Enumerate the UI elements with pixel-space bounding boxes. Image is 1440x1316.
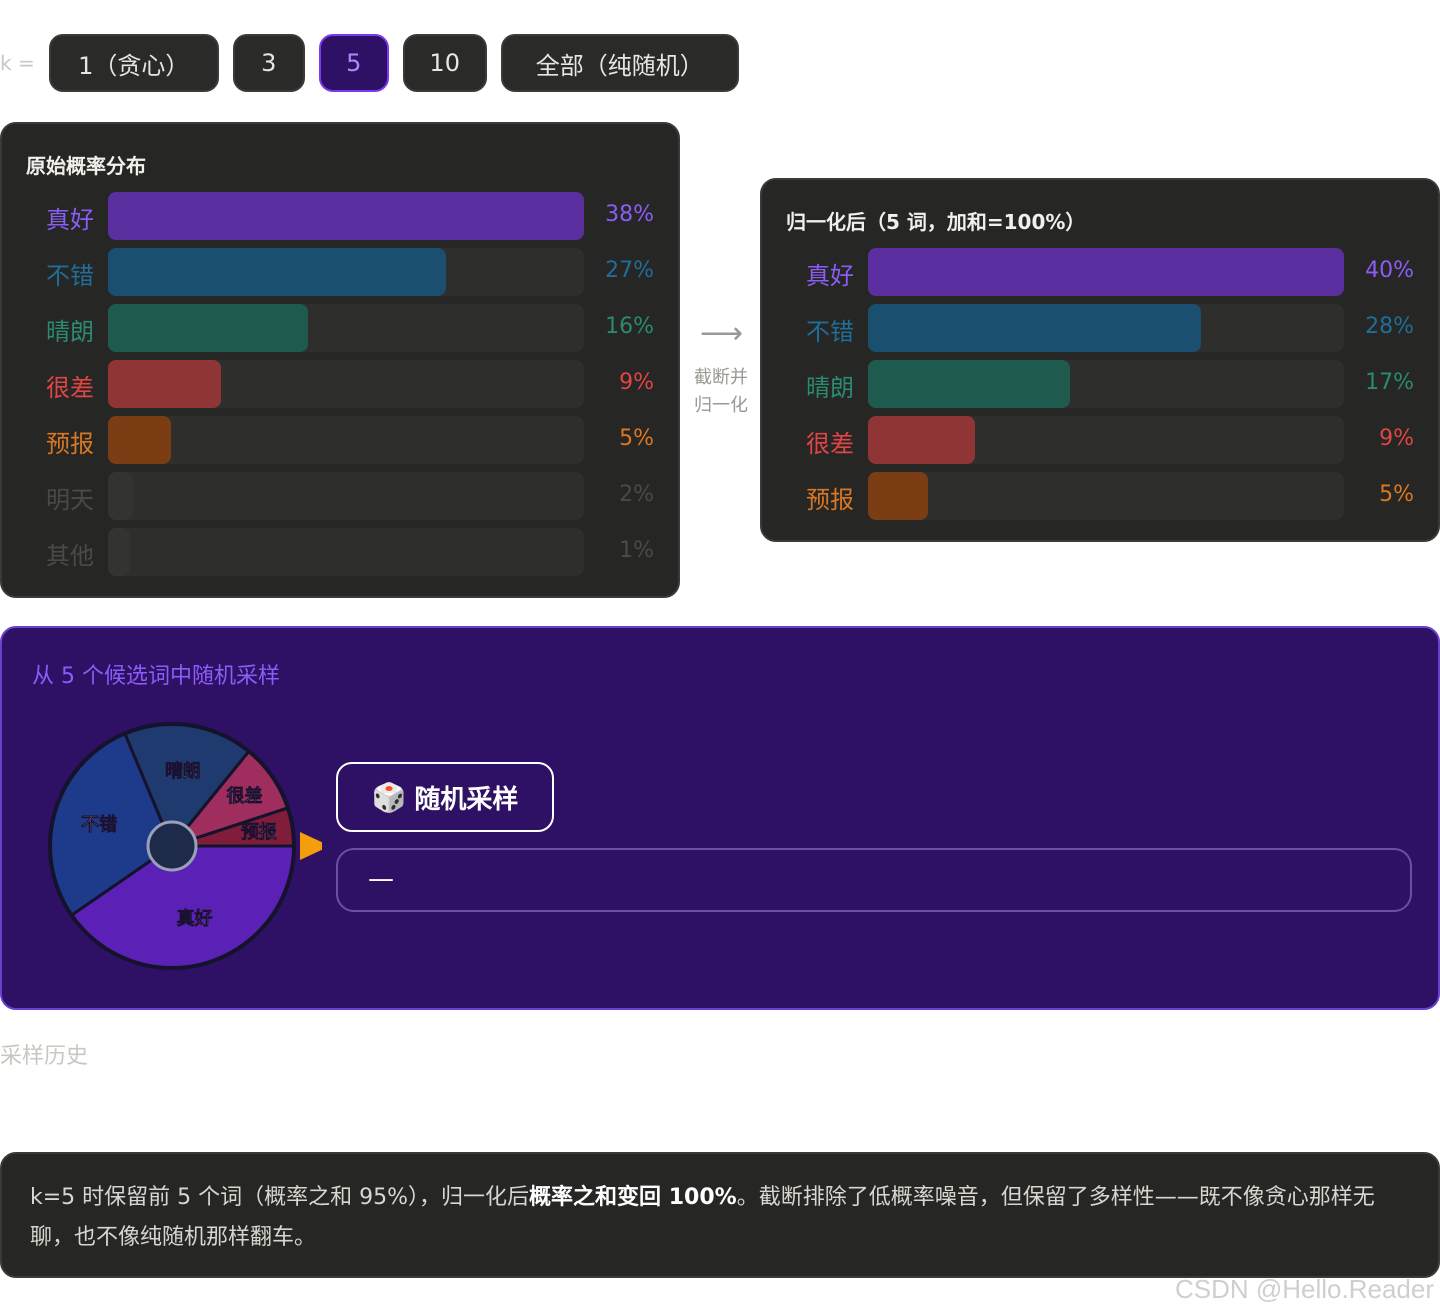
arrow-caption: 截断并 归一化 bbox=[690, 364, 752, 420]
bar-row: 不错 27% bbox=[2, 248, 678, 296]
k-option-10[interactable]: 10 bbox=[402, 34, 487, 92]
bar-row: 其他 1% bbox=[2, 528, 678, 576]
bar-percent: 5% bbox=[1379, 482, 1414, 507]
bar-row: 明天 2% bbox=[2, 472, 678, 520]
bar-row: 真好 38% bbox=[2, 192, 678, 240]
bar-label: 晴朗 bbox=[806, 374, 854, 402]
bar-row: 真好 40% bbox=[762, 248, 1438, 296]
bar-fill bbox=[108, 472, 134, 520]
k-option-all[interactable]: 全部（纯随机） bbox=[500, 34, 739, 92]
wheel-slice-label: 晴朗 bbox=[165, 760, 201, 782]
bar-label: 真好 bbox=[806, 262, 854, 290]
bar-percent: 28% bbox=[1365, 314, 1414, 339]
wheel-pointer-icon bbox=[300, 832, 322, 860]
bar-row: 不错 28% bbox=[762, 304, 1438, 352]
explanation-part1: k=5 时保留前 5 个词（概率之和 95%），归一化后 bbox=[30, 1185, 530, 1210]
history-label: 采样历史 bbox=[0, 1044, 89, 1069]
bar-label: 不错 bbox=[806, 318, 854, 346]
k-selector: k = 1（贪心） 3 5 10 全部（纯随机） bbox=[0, 32, 753, 94]
bar-fill bbox=[868, 360, 1071, 408]
bar-track bbox=[108, 416, 584, 464]
sample-result: — bbox=[368, 864, 394, 894]
bar-fill bbox=[108, 528, 130, 576]
bar-label: 很差 bbox=[806, 430, 854, 458]
bar-label: 预报 bbox=[46, 430, 94, 458]
explanation-bold: 概率之和变回 100% bbox=[529, 1185, 737, 1210]
bar-fill bbox=[868, 416, 976, 464]
bar-percent: 40% bbox=[1365, 258, 1414, 283]
bar-fill bbox=[868, 472, 928, 520]
k-option-3[interactable]: 3 bbox=[232, 34, 305, 92]
bar-label: 晴朗 bbox=[46, 318, 94, 346]
wheel-slice-label: 不错 bbox=[81, 814, 117, 836]
bar-track bbox=[868, 416, 1344, 464]
wheel-hub bbox=[146, 820, 198, 872]
dice-icon: 🎲 bbox=[371, 780, 407, 814]
bar-fill bbox=[868, 248, 1344, 296]
bar-track bbox=[868, 360, 1344, 408]
explanation-panel: k=5 时保留前 5 个词（概率之和 95%），归一化后概率之和变回 100%。… bbox=[0, 1152, 1440, 1278]
wheel-slice-label: 很差 bbox=[226, 785, 262, 807]
bar-percent: 38% bbox=[605, 202, 654, 227]
sampler-title: 从 5 个候选词中随机采样 bbox=[32, 664, 280, 689]
bar-percent: 2% bbox=[619, 482, 654, 507]
arrow-caption-line2: 归一化 bbox=[694, 395, 748, 416]
bar-row: 晴朗 16% bbox=[2, 304, 678, 352]
arrow-caption-line1: 截断并 bbox=[694, 367, 748, 388]
bar-percent: 9% bbox=[619, 370, 654, 395]
original-panel-title: 原始概率分布 bbox=[26, 154, 146, 178]
bar-track bbox=[868, 472, 1344, 520]
random-sample-button[interactable]: 🎲 随机采样 bbox=[336, 762, 554, 832]
original-distribution-panel: 原始概率分布 真好 38% 不错 27% 晴朗 16% 很差 9% 预报 5% 明天 2% 其他 1% bbox=[0, 122, 680, 598]
bar-track bbox=[108, 192, 584, 240]
sampling-wheel: 真好 不错 晴朗很差预报 bbox=[48, 722, 322, 970]
bar-track bbox=[108, 472, 584, 520]
bar-label: 真好 bbox=[46, 206, 94, 234]
bar-row: 晴朗 17% bbox=[762, 360, 1438, 408]
sampler-panel: 从 5 个候选词中随机采样 真好 不错 晴朗很差预报 🎲 随机采样 — bbox=[0, 626, 1440, 1010]
bar-fill bbox=[868, 304, 1202, 352]
bar-fill bbox=[108, 192, 584, 240]
bar-fill bbox=[108, 248, 447, 296]
bar-fill bbox=[108, 416, 171, 464]
bar-percent: 1% bbox=[619, 538, 654, 563]
explanation-text: k=5 时保留前 5 个词（概率之和 95%），归一化后概率之和变回 100%。… bbox=[30, 1178, 1410, 1258]
bar-track bbox=[108, 528, 584, 576]
k-option-1[interactable]: 1（贪心） bbox=[48, 34, 219, 92]
bar-fill bbox=[108, 360, 221, 408]
wheel-slice-label: 真好 bbox=[177, 908, 213, 930]
bar-percent: 9% bbox=[1379, 426, 1414, 451]
bar-row: 预报 5% bbox=[762, 472, 1438, 520]
bar-label: 其他 bbox=[46, 542, 94, 570]
bar-row: 很差 9% bbox=[2, 360, 678, 408]
bar-track bbox=[868, 248, 1344, 296]
bar-label: 明天 bbox=[46, 486, 94, 514]
watermark: CSDN @Hello.Reader bbox=[1174, 1274, 1434, 1304]
random-sample-label: 随机采样 bbox=[414, 784, 519, 815]
bar-percent: 16% bbox=[605, 314, 654, 339]
bar-row: 预报 5% bbox=[2, 416, 678, 464]
bar-percent: 5% bbox=[619, 426, 654, 451]
bar-label: 预报 bbox=[806, 486, 854, 514]
arrow-right-icon: ⟶ bbox=[700, 316, 744, 351]
bar-row: 很差 9% bbox=[762, 416, 1438, 464]
sample-result-box: — bbox=[336, 848, 1412, 912]
bar-track bbox=[108, 360, 584, 408]
bar-track bbox=[868, 304, 1344, 352]
bar-track bbox=[108, 248, 584, 296]
bar-fill bbox=[108, 304, 309, 352]
normalized-panel-title: 归一化后（5 词，加和=100%） bbox=[786, 210, 1086, 234]
wheel-slice-label: 预报 bbox=[241, 821, 277, 843]
bar-percent: 27% bbox=[605, 258, 654, 283]
bar-label: 很差 bbox=[46, 374, 94, 402]
k-label: k = bbox=[0, 51, 35, 75]
normalized-distribution-panel: 归一化后（5 词，加和=100%） 真好 40% 不错 28% 晴朗 17% 很差 9% 预报 5… bbox=[760, 178, 1440, 542]
bar-label: 不错 bbox=[46, 262, 94, 290]
k-option-5[interactable]: 5 bbox=[318, 34, 389, 92]
bar-track bbox=[108, 304, 584, 352]
bar-percent: 17% bbox=[1365, 370, 1414, 395]
